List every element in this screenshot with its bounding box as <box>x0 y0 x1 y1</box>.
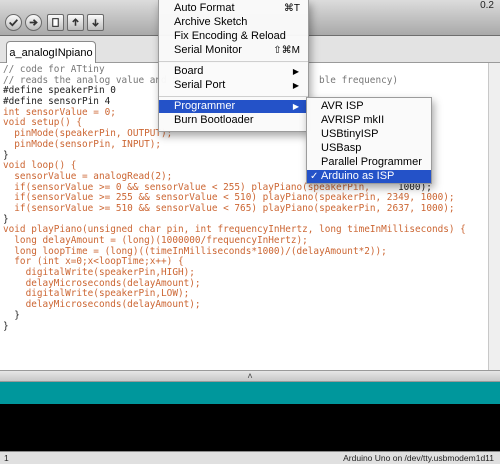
code-line: delayMicroseconds(delayAmount); <box>3 299 201 311</box>
menu-separator <box>159 61 308 62</box>
menu-item-board[interactable]: Board ▶ <box>159 65 308 78</box>
submenu-arrow-icon: ▶ <box>292 81 299 90</box>
shortcut-label: ⌘T <box>283 3 300 14</box>
tools-menu: Auto Format ⌘T Archive Sketch Fix Encodi… <box>158 0 309 132</box>
collapse-icon[interactable]: ˄ <box>247 371 252 381</box>
code-line: } <box>3 309 20 321</box>
board-port-label: Arduino Uno on /dev/tty.usbmodem1d11 <box>343 453 494 463</box>
code-line-tail: 1000); <box>398 181 432 193</box>
menu-item-programmer[interactable]: Programmer ▶ <box>159 100 308 113</box>
submenu-item-avrisp-mkii[interactable]: AVRISP mkII <box>307 114 431 127</box>
upload-icon <box>29 19 38 26</box>
submenu-arrow-icon: ▶ <box>292 102 299 111</box>
tab-sketch[interactable]: a_analogINpiano <box>6 41 96 63</box>
new-button[interactable] <box>47 14 64 31</box>
submenu-item-parallel-programmer[interactable]: Parallel Programmer <box>307 156 431 169</box>
code-line: } <box>3 320 9 332</box>
code-line: if(sensorValue >= 510 && sensorValue < 7… <box>3 202 455 214</box>
checkmark-icon: ✓ <box>310 171 319 182</box>
code-line-tail: ble frequency) <box>319 74 399 86</box>
message-bar <box>0 382 500 404</box>
line-number: 1 <box>4 453 9 463</box>
menu-item-burn-bootloader[interactable]: Burn Bootloader <box>159 114 308 127</box>
shortcut-label: ⇧⌘M <box>273 45 300 56</box>
submenu-item-usbasp[interactable]: USBasp <box>307 142 431 155</box>
submenu-item-usbtinyisp[interactable]: USBtinyISP <box>307 128 431 141</box>
menu-item-serial-monitor[interactable]: Serial Monitor ⇧⌘M <box>159 44 308 57</box>
programmer-submenu: AVR ISP AVRISP mkII USBtinyISP USBasp Pa… <box>306 97 432 184</box>
verify-button[interactable] <box>5 14 22 31</box>
verify-icon <box>9 19 19 27</box>
submenu-item-avr-isp[interactable]: AVR ISP <box>307 100 431 113</box>
new-icon <box>52 18 59 27</box>
menu-separator <box>159 96 308 97</box>
console-output <box>0 404 500 451</box>
status-footer: 1 Arduino Uno on /dev/tty.usbmodem1d11 <box>0 451 500 464</box>
menu-item-fix-encoding[interactable]: Fix Encoding & Reload <box>159 30 308 43</box>
menu-item-serial-port[interactable]: Serial Port ▶ <box>159 79 308 92</box>
pane-divider[interactable]: ˄ <box>0 370 500 382</box>
editor-scrollbar[interactable] <box>488 63 500 370</box>
submenu-item-arduino-as-isp[interactable]: ✓ Arduino as ISP <box>307 170 431 183</box>
window-title: 0.2 <box>480 0 494 11</box>
submenu-arrow-icon: ▶ <box>292 67 299 76</box>
upload-button[interactable] <box>25 14 42 31</box>
open-icon <box>72 18 79 26</box>
save-icon <box>92 19 99 27</box>
open-button[interactable] <box>67 14 84 31</box>
menu-item-archive-sketch[interactable]: Archive Sketch <box>159 16 308 29</box>
menu-item-auto-format[interactable]: Auto Format ⌘T <box>159 2 308 15</box>
save-button[interactable] <box>87 14 104 31</box>
